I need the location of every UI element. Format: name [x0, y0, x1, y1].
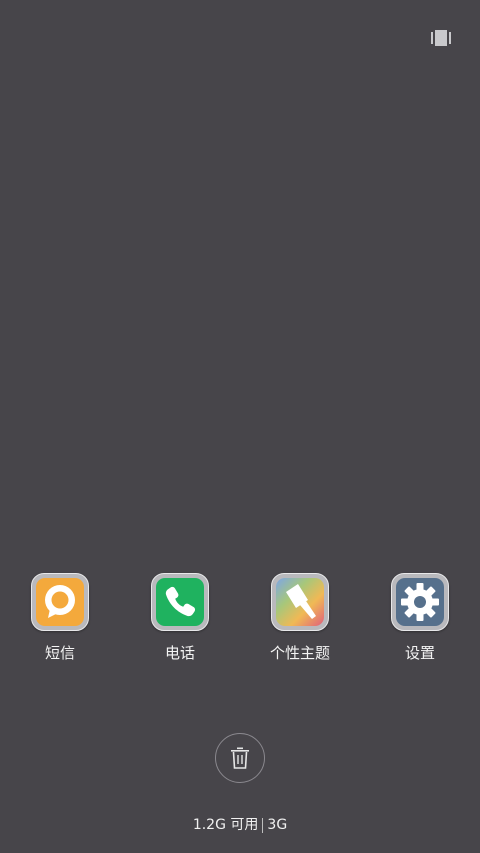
settings-gear-icon	[396, 578, 444, 626]
app-label: 设置	[404, 644, 435, 662]
app-themes[interactable]: 个性主题	[250, 573, 350, 663]
app-label: 个性主题	[269, 644, 330, 662]
app-phone[interactable]: 电话	[130, 573, 230, 663]
trash-icon	[231, 747, 249, 769]
app-label: 短信	[44, 644, 75, 662]
app-shortcut-row: 短信 电话 个性主题 设置	[0, 573, 480, 673]
recent-apps-screen: 短信 电话 个性主题 设置 1.2G 可用 3G	[0, 0, 480, 853]
app-settings[interactable]: 设置	[370, 573, 470, 663]
app-icon-frame	[391, 573, 449, 631]
messages-icon	[36, 578, 84, 626]
app-icon-frame	[31, 573, 89, 631]
divider	[262, 817, 264, 833]
app-label: 电话	[164, 644, 195, 662]
memory-status: 1.2G 可用 3G	[0, 816, 480, 834]
phone-icon	[156, 578, 204, 626]
memory-total: 3G	[267, 817, 288, 833]
recents-layout-icon[interactable]	[431, 30, 451, 46]
themes-brush-icon	[276, 578, 324, 626]
app-icon-frame	[271, 573, 329, 631]
clear-all-button[interactable]	[215, 733, 265, 783]
memory-available: 1.2G 可用	[192, 817, 259, 833]
app-icon-frame	[151, 573, 209, 631]
app-messages[interactable]: 短信	[10, 573, 110, 663]
